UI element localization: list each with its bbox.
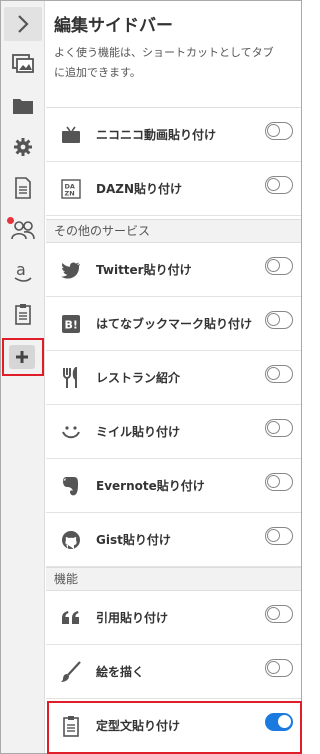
list-item-draw[interactable]: 絵を描く	[46, 645, 301, 699]
add-tab-button[interactable]	[3, 340, 41, 374]
list-item-label: 絵を描く	[96, 665, 145, 679]
toggle-switch[interactable]	[265, 605, 293, 623]
toggle-switch[interactable]	[265, 365, 293, 383]
document-icon	[15, 177, 31, 199]
twitter-bird-icon	[60, 259, 82, 281]
icon-sidebar: a	[1, 1, 45, 753]
github-icon	[60, 529, 82, 551]
gear-icon	[14, 138, 32, 156]
clipboard-icon	[15, 304, 31, 325]
toggle-switch[interactable]	[265, 176, 293, 194]
panel-description-line1: よく使う機能は、ショートカットとしてタブ	[54, 46, 274, 59]
panel-description-line2: に追加できます。	[54, 66, 141, 79]
svg-text:B!: B!	[65, 319, 78, 332]
quote-icon	[60, 607, 82, 629]
brush-icon	[60, 661, 82, 683]
toggle-switch[interactable]	[265, 311, 293, 329]
toggle-knob	[267, 607, 280, 620]
toggle-knob	[267, 661, 280, 674]
collapse-sidebar-button[interactable]	[4, 7, 42, 41]
toggle-knob	[267, 259, 280, 272]
list-item-dazn[interactable]: DA ZN DAZN貼り付け	[46, 162, 301, 216]
panel-description: よく使う機能は、ショートカットとしてタブ に追加できます。	[54, 43, 301, 83]
template-text-highlight	[47, 701, 302, 754]
edit-sidebar-panel: 編集サイドバー よく使う機能は、ショートカットとしてタブ に追加できます。 ニコ…	[46, 1, 301, 753]
fork-knife-icon	[60, 367, 82, 389]
list-item-hatena[interactable]: B! はてなブックマーク貼り付け	[46, 297, 301, 351]
toggle-knob	[267, 475, 280, 488]
images-tab[interactable]	[1, 47, 45, 81]
add-tab-button-bg	[9, 345, 35, 369]
folder-tab[interactable]	[1, 89, 45, 123]
list-item-miil[interactable]: ミイル貼り付け	[46, 405, 301, 459]
list-item-label: Twitter貼り付け	[96, 263, 192, 277]
toggle-switch[interactable]	[265, 473, 293, 491]
list-item-label: DAZN貼り付け	[96, 182, 182, 196]
toggle-knob	[267, 124, 280, 137]
list-item-label: はてなブックマーク貼り付け	[96, 317, 253, 331]
notification-badge	[7, 217, 14, 224]
toggle-knob	[267, 178, 280, 191]
smile-icon	[60, 421, 82, 443]
evernote-icon	[60, 475, 82, 497]
images-icon	[12, 54, 34, 73]
users-icon	[11, 221, 35, 240]
list-item-niconico[interactable]: ニコニコ動画貼り付け	[46, 108, 301, 162]
chevron-right-icon	[18, 15, 29, 33]
amazon-icon: a	[14, 261, 32, 282]
settings-tab[interactable]	[1, 130, 45, 164]
list-item-label: ニコニコ動画貼り付け	[96, 128, 217, 142]
section-header-features: 機能	[46, 567, 301, 591]
toggle-switch[interactable]	[265, 257, 293, 275]
list-item-evernote[interactable]: Evernote貼り付け	[46, 459, 301, 513]
list-item-restaurant[interactable]: レストラン紹介	[46, 351, 301, 405]
svg-text:a: a	[16, 261, 26, 279]
document-tab[interactable]	[1, 171, 45, 205]
svg-text:ZN: ZN	[65, 190, 75, 198]
list-item-quote[interactable]: 引用貼り付け	[46, 591, 301, 645]
list-item-twitter[interactable]: Twitter貼り付け	[46, 243, 301, 297]
toggle-knob	[267, 367, 280, 380]
folder-icon	[13, 99, 33, 114]
toggle-switch[interactable]	[265, 659, 293, 677]
section-header-other-services: その他のサービス	[46, 219, 301, 243]
list-item-label: レストラン紹介	[96, 371, 181, 385]
niconico-tv-icon	[60, 124, 82, 146]
panel-title: 編集サイドバー	[54, 16, 173, 36]
toggle-knob	[267, 529, 280, 542]
toggle-switch[interactable]	[265, 527, 293, 545]
hatena-bookmark-icon: B!	[60, 313, 82, 335]
toggle-switch[interactable]	[265, 122, 293, 140]
list-item-label: Evernote貼り付け	[96, 479, 205, 493]
list-item-gist[interactable]: Gist貼り付け	[46, 513, 301, 567]
amazon-tab[interactable]: a	[1, 255, 45, 289]
plus-icon	[16, 351, 28, 363]
toggle-knob	[267, 313, 280, 326]
list-item-label: 引用貼り付け	[96, 611, 169, 625]
list-item-label: ミイル貼り付け	[96, 425, 181, 439]
toggle-switch[interactable]	[265, 419, 293, 437]
clipboard-tab[interactable]	[1, 297, 45, 331]
list-item-label: Gist貼り付け	[96, 533, 171, 547]
dazn-icon: DA ZN	[60, 178, 82, 200]
toggle-knob	[267, 421, 280, 434]
